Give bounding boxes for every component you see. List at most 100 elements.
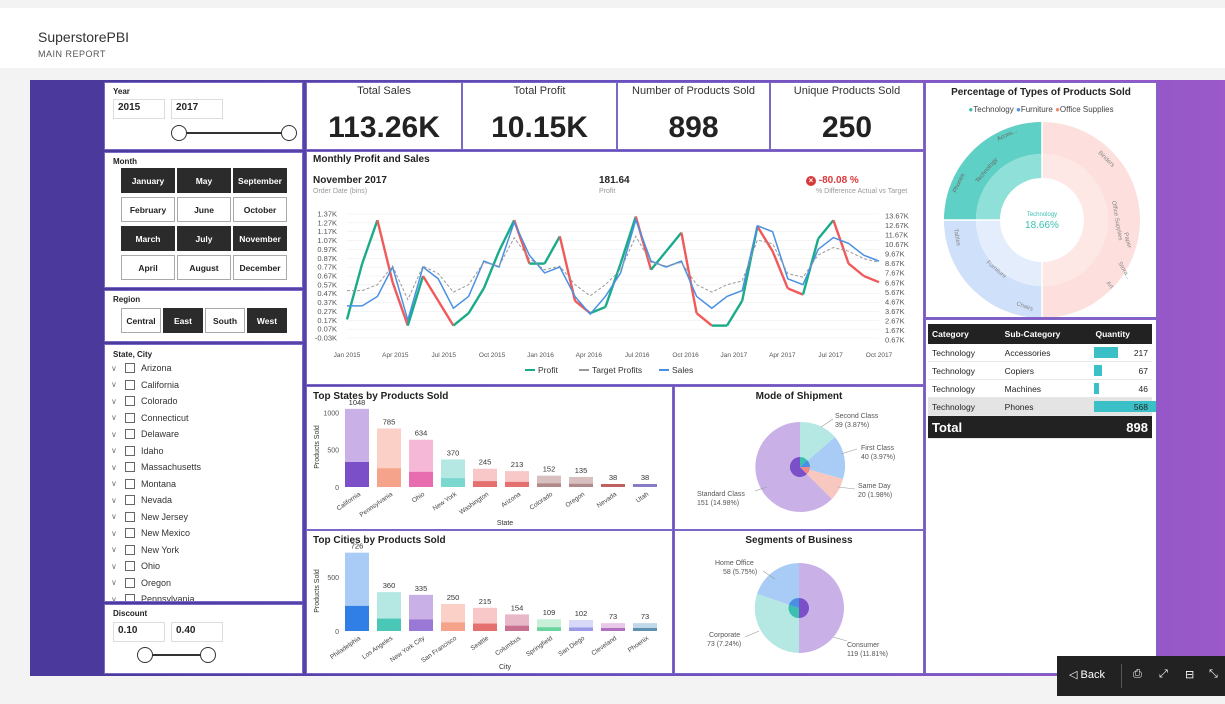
chevron-down-icon[interactable]: ∨ [111, 364, 121, 373]
region-button[interactable]: East [163, 308, 203, 333]
chevron-down-icon[interactable]: ∨ [111, 463, 121, 472]
state-item[interactable]: ∨ Pennsylvania [111, 592, 195, 602]
chevron-down-icon[interactable]: ∨ [111, 397, 121, 406]
discount-slider-handle-start[interactable] [137, 647, 153, 663]
region-button[interactable]: South [205, 308, 245, 333]
month-button[interactable]: August [177, 255, 231, 280]
year-slicer[interactable]: Year 2015 2017 [104, 82, 303, 150]
chevron-down-icon[interactable]: ∨ [111, 430, 121, 439]
month-button[interactable]: July [177, 226, 231, 251]
checkbox[interactable] [125, 462, 135, 472]
chevron-down-icon[interactable]: ∨ [111, 578, 121, 587]
month-button[interactable]: May [177, 168, 231, 193]
state-item[interactable]: ∨ Colorado [111, 394, 178, 408]
chevron-down-icon[interactable]: ∨ [111, 380, 121, 389]
header-quantity[interactable]: Quantity [1091, 324, 1152, 344]
checkbox[interactable] [125, 528, 135, 538]
product-types-sunburst[interactable]: Binders Office Supplies Paper Stora... A… [926, 83, 1157, 318]
year-to-input[interactable]: 2017 [171, 99, 223, 119]
print-icon[interactable]: ⎙ [1133, 668, 1142, 681]
table-row[interactable]: Technology Accessories 217 [928, 344, 1152, 362]
year-slider-handle-end[interactable] [281, 125, 297, 141]
checkbox[interactable] [125, 445, 135, 456]
state-item[interactable]: ∨ New Jersey [111, 510, 188, 524]
checkbox[interactable] [125, 396, 135, 406]
x-tick: Colorado [529, 491, 555, 512]
chevron-down-icon[interactable]: ∨ [111, 413, 121, 422]
bar-inner [537, 483, 561, 487]
discount-slider-handle-end[interactable] [200, 647, 216, 663]
month-button[interactable]: December [233, 255, 287, 280]
month-button[interactable]: January [121, 168, 175, 193]
checkbox[interactable] [125, 495, 135, 505]
kpi-value: 113.26K [328, 111, 440, 144]
chevron-down-icon[interactable]: ∨ [111, 545, 121, 554]
month-button[interactable]: February [121, 197, 175, 222]
table-row[interactable]: Technology Copiers 67 [928, 361, 1152, 380]
month-button[interactable]: June [177, 197, 231, 222]
shipment-pie-chart[interactable]: Second Class 39 (3.87%) First Class 40 (… [675, 387, 924, 530]
year-from-input[interactable]: 2015 [113, 99, 165, 119]
region-button[interactable]: West [247, 308, 287, 333]
chevron-down-icon[interactable]: ∨ [111, 479, 121, 488]
state-item[interactable]: ∨ Ohio [111, 559, 160, 573]
checkbox[interactable] [125, 544, 135, 555]
expand-icon[interactable]: ⤢ [1159, 668, 1168, 681]
month-button[interactable]: April [121, 255, 175, 280]
month-button[interactable]: November [233, 226, 287, 251]
checkbox[interactable] [125, 561, 135, 571]
year-slider-handle-start[interactable] [171, 125, 187, 141]
discount-to-input[interactable]: 0.40 [171, 622, 223, 642]
discount-from-input[interactable]: 0.10 [113, 622, 165, 642]
state-item[interactable]: ∨ Idaho [111, 444, 164, 458]
checkbox[interactable] [125, 478, 135, 489]
collapse-icon[interactable]: ⤡ [1209, 668, 1218, 681]
state-item[interactable]: ∨ Connecticut [111, 411, 189, 425]
state-item[interactable]: ∨ Nevada [111, 493, 172, 507]
chevron-down-icon[interactable]: ∨ [111, 562, 121, 571]
x-tick: Phoenix [627, 634, 651, 654]
region-button[interactable]: Central [121, 308, 161, 333]
checkbox[interactable] [125, 412, 135, 423]
chevron-down-icon[interactable]: ∨ [111, 529, 121, 538]
table-row[interactable]: Technology Machines 46 [928, 379, 1152, 398]
state-item[interactable]: ∨ California [111, 378, 179, 392]
table-row[interactable]: Technology Phones 568 [928, 397, 1156, 416]
bar-inner [569, 627, 593, 631]
bar-value-label: 38 [609, 473, 617, 482]
header-category[interactable]: Category [928, 324, 1001, 344]
state-item[interactable]: ∨ Oregon [111, 576, 171, 590]
month-button[interactable]: September [233, 168, 287, 193]
state-item[interactable]: ∨ New Mexico [111, 526, 190, 540]
chevron-down-icon[interactable]: ∨ [111, 496, 121, 505]
checkbox[interactable] [125, 594, 135, 601]
profit-line-segment [421, 275, 440, 302]
checkbox[interactable] [125, 511, 135, 522]
checkbox[interactable] [125, 577, 135, 588]
x-tick: Nevada [596, 491, 619, 510]
chevron-down-icon[interactable]: ∨ [111, 446, 121, 455]
monthly-line-chart[interactable]: 1.37K1.27K1.17K1.07K0.97K0.87K0.77K0.67K… [307, 152, 924, 385]
month-button[interactable]: March [121, 226, 175, 251]
top-cities-chart[interactable]: Products SoldCity5000726Philadelphia360L… [307, 531, 673, 674]
state-item[interactable]: ∨ Montana [111, 477, 176, 491]
month-button[interactable]: October [233, 197, 287, 222]
state-item[interactable]: ∨ New York [111, 543, 179, 557]
segments-pie-chart[interactable]: Home Office 58 (5.75%) Corporate 73 (7.2… [675, 531, 924, 674]
fit-page-icon[interactable]: ⊟ [1185, 668, 1194, 681]
x-tick: Pennsylvania [358, 491, 394, 519]
checkbox[interactable] [125, 429, 135, 439]
chevron-down-icon[interactable]: ∨ [111, 595, 121, 602]
bottom-toolbar: ◁ Back ⎙ ⤢ ⊟ ⤡ [1057, 656, 1225, 696]
top-states-chart[interactable]: Products Sold State 1000 500 0 1048 California… [307, 387, 673, 530]
state-item[interactable]: ∨ Arizona [111, 361, 172, 375]
checkbox[interactable] [125, 363, 135, 373]
header-sub-category[interactable]: Sub-Category [1000, 324, 1092, 344]
checkbox[interactable] [125, 379, 135, 390]
state-item-label: California [141, 379, 180, 390]
state-item[interactable]: ∨ Massachusetts [111, 460, 201, 474]
state-item[interactable]: ∨ Delaware [111, 427, 179, 441]
discount-slicer[interactable]: Discount 0.10 0.40 [104, 604, 303, 674]
chevron-down-icon[interactable]: ∨ [111, 512, 121, 521]
back-button[interactable]: ◁ Back [1069, 668, 1105, 681]
